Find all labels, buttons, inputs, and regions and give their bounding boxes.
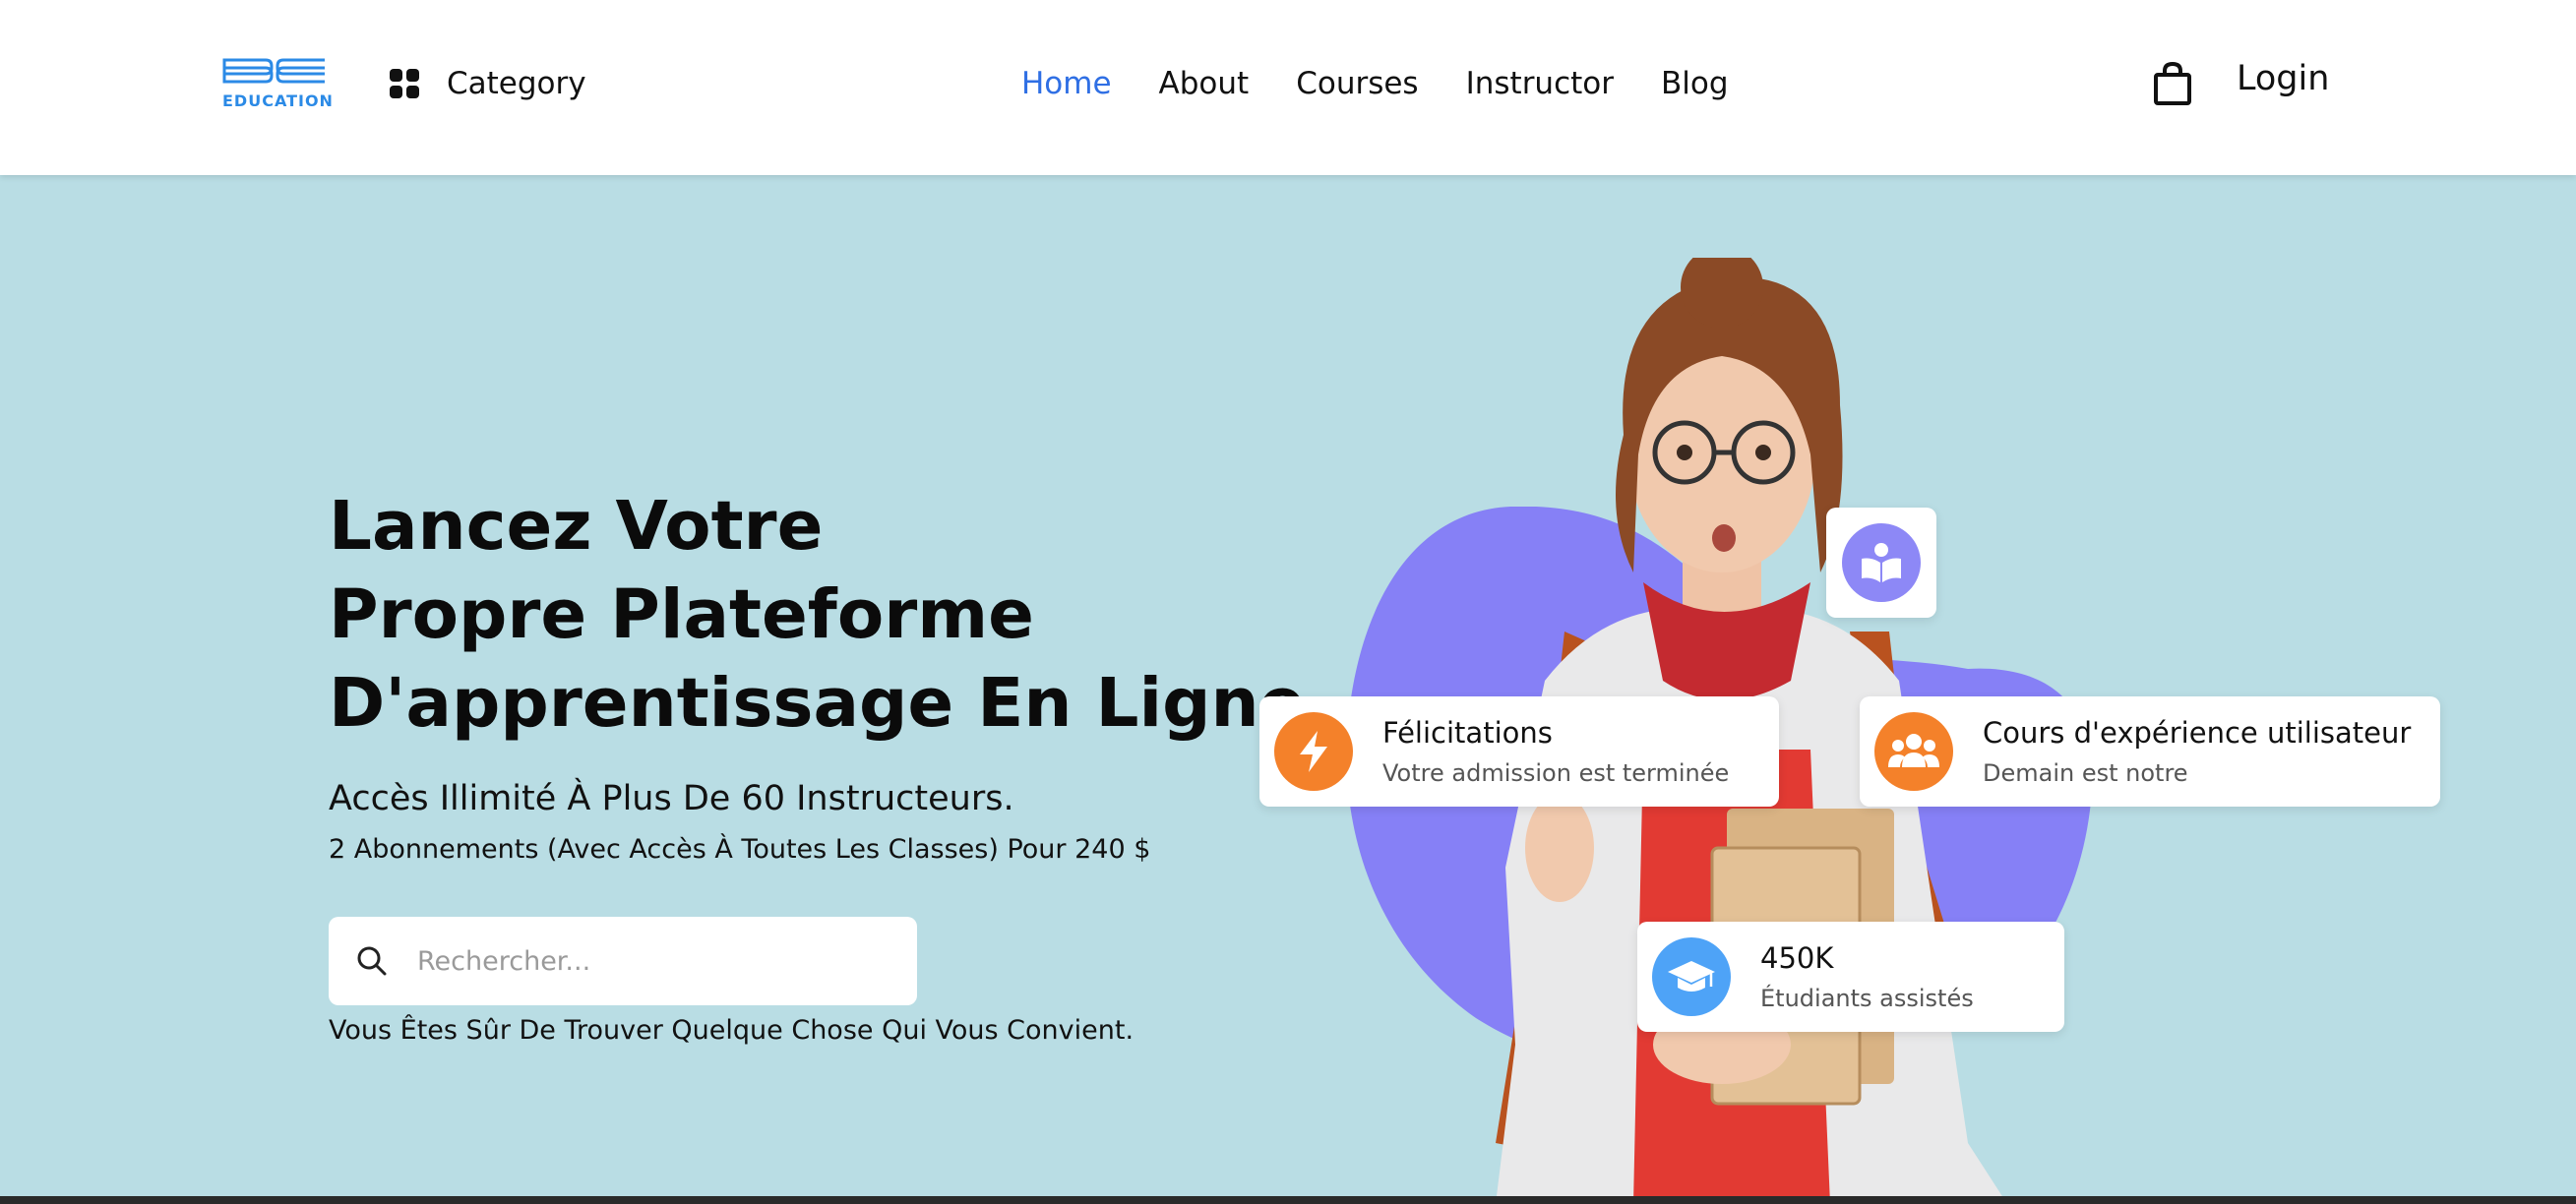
lightning-icon	[1274, 712, 1353, 791]
hero-pricing-text: 2 Abonnements (Avec Accès À Toutes Les C…	[329, 834, 1151, 865]
grid-icon	[390, 69, 419, 98]
ux-course-title: Cours d'expérience utilisateur	[1983, 716, 2412, 750]
headline-line-1: Lancez Votre	[329, 487, 824, 566]
nav-about[interactable]: About	[1159, 66, 1250, 101]
shopping-bag-icon[interactable]	[2153, 61, 2192, 106]
students-subtitle: Étudiants assistés	[1760, 985, 1974, 1012]
logo-mark-icon	[222, 58, 325, 84]
site-header: EDUCATION Category Home About Courses In…	[0, 0, 2576, 175]
search-input[interactable]	[417, 945, 889, 977]
category-menu[interactable]: Category	[390, 59, 586, 108]
nav-home[interactable]: Home	[1021, 66, 1112, 101]
users-icon	[1874, 712, 1953, 791]
students-card: 450K Étudiants assistés	[1637, 922, 2064, 1032]
students-count: 450K	[1760, 941, 1834, 975]
hero-headline: Lancez Votre Propre Plateforme D'apprent…	[329, 482, 1306, 748]
search-box[interactable]	[329, 917, 917, 1005]
congrats-card: Félicitations Votre admission est termin…	[1259, 696, 1779, 807]
nav-blog[interactable]: Blog	[1661, 66, 1729, 101]
hero-subtitle: Accès Illimité À Plus De 60 Instructeurs…	[329, 779, 1014, 818]
search-hint: Vous Êtes Sûr De Trouver Quelque Chose Q…	[329, 1015, 1135, 1046]
search-icon[interactable]	[354, 943, 390, 979]
graduation-cap-icon	[1652, 937, 1731, 1016]
nav-instructor[interactable]: Instructor	[1466, 66, 1614, 101]
nav-courses[interactable]: Courses	[1296, 66, 1418, 101]
congrats-subtitle: Votre admission est terminée	[1382, 759, 1730, 787]
ux-course-card: Cours d'expérience utilisateur Demain es…	[1860, 696, 2440, 807]
headline-line-2: Propre Plateforme	[329, 575, 1034, 654]
book-reader-icon	[1842, 523, 1921, 602]
education-logo[interactable]: EDUCATION	[222, 54, 334, 113]
logo-text: EDUCATION	[222, 91, 334, 110]
main-nav: Home About Courses Instructor Blog	[1021, 59, 1776, 108]
bottom-strip	[0, 1196, 2576, 1204]
congrats-title: Félicitations	[1382, 716, 1553, 750]
ux-course-subtitle: Demain est notre	[1983, 759, 2188, 787]
reading-card	[1826, 508, 1936, 618]
category-label: Category	[447, 66, 586, 101]
headline-line-3: D'apprentissage En Ligne	[329, 664, 1306, 743]
login-link[interactable]: Login	[2237, 59, 2329, 98]
